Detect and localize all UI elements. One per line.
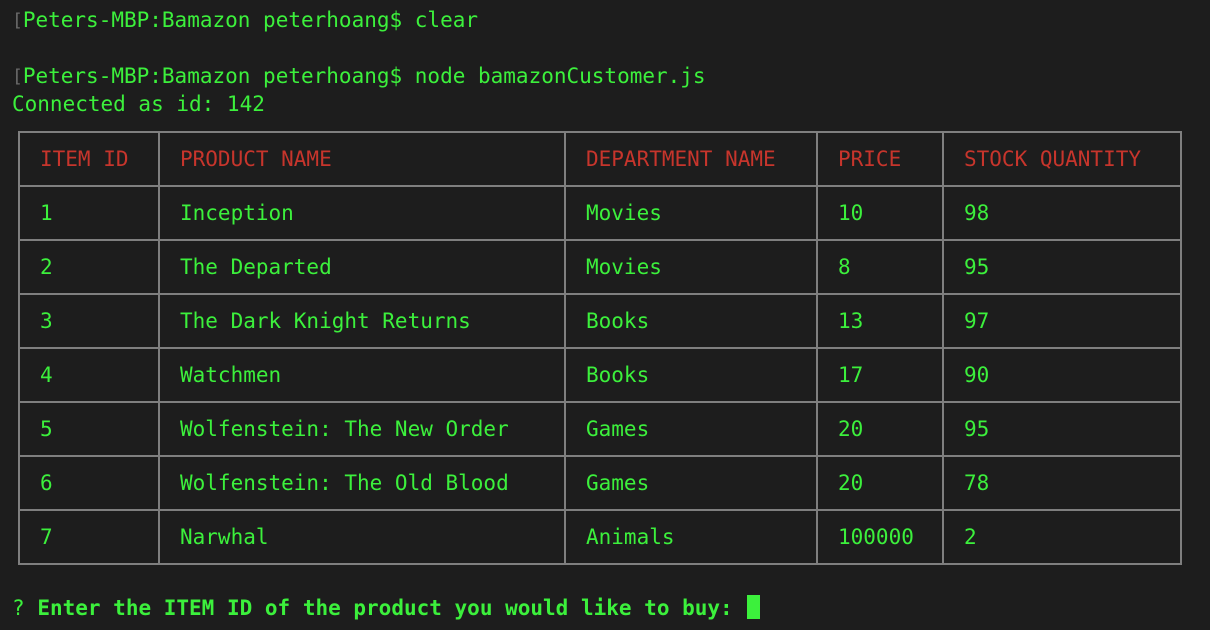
text-cursor[interactable] <box>747 595 761 619</box>
cell-product-name: Wolfenstein: The Old Blood <box>158 455 566 511</box>
header-stock-quantity: STOCK QUANTITY <box>942 131 1182 187</box>
cell-item-id: 1 <box>18 185 160 241</box>
cell-department-name: Movies <box>564 185 818 241</box>
table-row: 7 Narwhal Animals 100000 2 <box>18 509 1182 565</box>
connection-status: Connected as id: 142 <box>12 90 265 118</box>
cell-department-name: Movies <box>564 239 818 295</box>
cell-item-id: 5 <box>18 401 160 457</box>
status-text: Connected as id: 142 <box>12 92 265 116</box>
cell-product-name: Inception <box>158 185 566 241</box>
cell-stock-quantity: 97 <box>942 293 1182 349</box>
cell-item-id: 7 <box>18 509 160 565</box>
table-header-row: ITEM ID PRODUCT NAME DEPARTMENT NAME PRI… <box>18 131 1182 187</box>
prompt-question-mark: ? <box>12 596 25 620</box>
line-marker: [ <box>12 10 23 31</box>
cell-price: 10 <box>816 185 944 241</box>
cell-department-name: Books <box>564 293 818 349</box>
table-row: 1 Inception Movies 10 98 <box>18 185 1182 241</box>
cell-department-name: Games <box>564 455 818 511</box>
table-row: 6 Wolfenstein: The Old Blood Games 20 78 <box>18 455 1182 511</box>
cell-stock-quantity: 78 <box>942 455 1182 511</box>
cell-stock-quantity: 95 <box>942 401 1182 457</box>
cell-department-name: Games <box>564 401 818 457</box>
command-text: Peters-MBP:Bamazon peterhoang$ node bama… <box>22 64 706 88</box>
table-row: 4 Watchmen Books 17 90 <box>18 347 1182 403</box>
cell-department-name: Books <box>564 347 818 403</box>
cell-price: 100000 <box>816 509 944 565</box>
cell-stock-quantity: 98 <box>942 185 1182 241</box>
cell-item-id: 3 <box>18 293 160 349</box>
shell-line-node: [Peters-MBP:Bamazon peterhoang$ node bam… <box>12 62 706 92</box>
shell-line-clear: [Peters-MBP:Bamazon peterhoang$ clear <box>12 6 478 36</box>
table-row: 3 The Dark Knight Returns Books 13 97 <box>18 293 1182 349</box>
cell-price: 13 <box>816 293 944 349</box>
cell-stock-quantity: 2 <box>942 509 1182 565</box>
header-item-id: ITEM ID <box>18 131 160 187</box>
header-price: PRICE <box>816 131 944 187</box>
terminal-window[interactable]: [Peters-MBP:Bamazon peterhoang$ clear [P… <box>0 0 1210 630</box>
cell-item-id: 6 <box>18 455 160 511</box>
header-department-name: DEPARTMENT NAME <box>564 131 818 187</box>
cell-product-name: Wolfenstein: The New Order <box>158 401 566 457</box>
table-row: 5 Wolfenstein: The New Order Games 20 95 <box>18 401 1182 457</box>
cell-product-name: The Departed <box>158 239 566 295</box>
prompt-text: Enter the ITEM ID of the product you wou… <box>37 596 733 620</box>
cell-product-name: The Dark Knight Returns <box>158 293 566 349</box>
cell-stock-quantity: 90 <box>942 347 1182 403</box>
cell-product-name: Narwhal <box>158 509 566 565</box>
cell-item-id: 4 <box>18 347 160 403</box>
cell-department-name: Animals <box>564 509 818 565</box>
cell-price: 20 <box>816 455 944 511</box>
cell-price: 20 <box>816 401 944 457</box>
cell-stock-quantity: 95 <box>942 239 1182 295</box>
command-text: Peters-MBP:Bamazon peterhoang$ clear <box>22 8 478 32</box>
input-prompt[interactable]: ? Enter the ITEM ID of the product you w… <box>12 594 761 622</box>
table-row: 2 The Departed Movies 8 95 <box>18 239 1182 295</box>
header-product-name: PRODUCT NAME <box>158 131 566 187</box>
cell-price: 17 <box>816 347 944 403</box>
cell-item-id: 2 <box>18 239 160 295</box>
products-table: ITEM ID PRODUCT NAME DEPARTMENT NAME PRI… <box>18 131 1182 565</box>
cell-product-name: Watchmen <box>158 347 566 403</box>
line-marker: [ <box>12 66 23 87</box>
cell-price: 8 <box>816 239 944 295</box>
